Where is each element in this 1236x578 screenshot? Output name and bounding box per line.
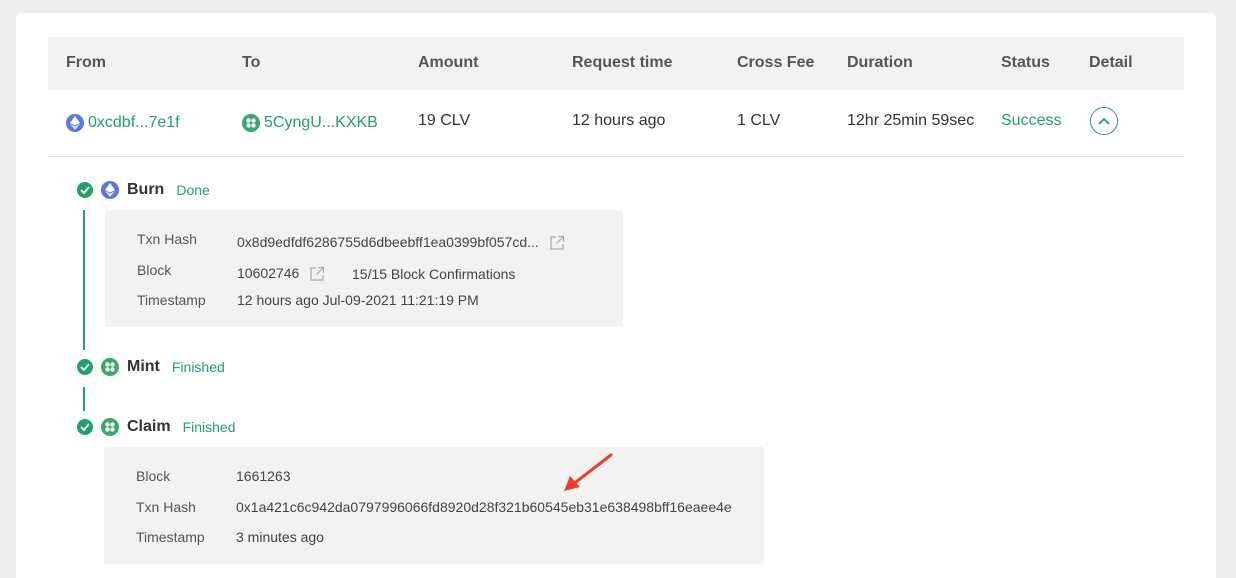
burn-block: 10602746	[237, 265, 300, 281]
transfer-card: From To Amount Request time Cross Fee Du…	[16, 13, 1216, 578]
burn-txn-hash-label: Txn Hash	[137, 231, 197, 247]
claim-timestamp-label: Timestamp	[136, 529, 205, 545]
burn-details-box: Txn Hash 0x8d9edfdf6286755d6dbeebff1ea03…	[105, 210, 623, 327]
claim-block: 1661263	[236, 468, 291, 484]
check-circle-icon	[77, 419, 93, 435]
cross-fee-value: 1 CLV	[737, 112, 781, 129]
claim-details-box: Block 1661263 Txn Hash 0x1a421c6c942da07…	[104, 447, 764, 564]
status-badge: Success	[1001, 112, 1062, 129]
header-cross-fee: Cross Fee	[737, 54, 815, 71]
amount-value: 19 CLV	[418, 112, 471, 129]
ethereum-icon	[101, 181, 119, 199]
red-arrow-icon	[564, 453, 613, 491]
header-to: To	[242, 54, 261, 71]
external-link-icon[interactable]	[549, 235, 565, 251]
check-circle-icon	[77, 182, 93, 198]
timeline-line-burn	[83, 210, 85, 350]
step-mint-title: Mint	[127, 358, 160, 375]
burn-confirmations: 15/15 Block Confirmations	[352, 266, 516, 282]
external-link-icon[interactable]	[309, 266, 325, 282]
polkadot-icon	[101, 358, 119, 376]
ethereum-icon	[66, 114, 84, 132]
timeline-line-mint	[83, 387, 85, 411]
step-mint-status: Finished	[171, 359, 225, 375]
polkadot-icon	[101, 418, 119, 436]
burn-txn-hash-link[interactable]: 0x8d9edfdf6286755d6dbeebff1ea0399bf057cd…	[237, 234, 565, 251]
step-burn: Burn Done	[77, 181, 210, 199]
to-address-link[interactable]: 5CyngU...KXKB	[242, 114, 378, 132]
step-burn-status: Done	[176, 182, 210, 198]
burn-timestamp: 12 hours ago Jul-09-2021 11:21:19 PM	[237, 292, 479, 308]
claim-txn-hash: 0x1a421c6c942da0797996066fd8920d28f321b6…	[236, 499, 732, 515]
header-status: Status	[1001, 54, 1050, 71]
duration-value: 12hr 25min 59sec	[847, 112, 975, 129]
request-time-value: 12 hours ago	[572, 112, 666, 129]
header-from: From	[66, 54, 106, 71]
step-burn-title: Burn	[127, 181, 165, 198]
step-claim-status: Finished	[182, 419, 236, 435]
from-address-link[interactable]: 0xcdbf...7e1f	[66, 114, 180, 132]
to-address: 5CyngU...KXKB	[264, 114, 378, 131]
claim-block-label: Block	[136, 468, 171, 484]
from-address: 0xcdbf...7e1f	[88, 114, 180, 131]
polkadot-icon	[242, 114, 260, 132]
step-claim-title: Claim	[127, 418, 171, 435]
header-detail: Detail	[1089, 54, 1133, 71]
claim-timestamp: 3 minutes ago	[236, 529, 324, 545]
header-request-time: Request time	[572, 54, 673, 71]
burn-timestamp-label: Timestamp	[137, 292, 206, 308]
collapse-detail-button[interactable]	[1090, 107, 1118, 135]
table-header: From To Amount Request time Cross Fee Du…	[48, 37, 1184, 90]
header-duration: Duration	[847, 54, 913, 71]
table-row: 0xcdbf...7e1f 5CyngU...KXKB 19 CLV 12 ho…	[48, 90, 1184, 157]
burn-block-label: Block	[137, 262, 172, 278]
check-circle-icon	[77, 359, 93, 375]
step-mint: Mint Finished	[77, 358, 225, 376]
step-claim: Claim Finished	[77, 418, 236, 436]
burn-block-link[interactable]: 10602746	[237, 265, 325, 282]
claim-txn-hash-label: Txn Hash	[136, 499, 196, 515]
chevron-up-icon	[1098, 117, 1110, 125]
header-amount: Amount	[418, 54, 479, 71]
burn-txn-hash: 0x8d9edfdf6286755d6dbeebff1ea0399bf057cd…	[237, 234, 539, 250]
